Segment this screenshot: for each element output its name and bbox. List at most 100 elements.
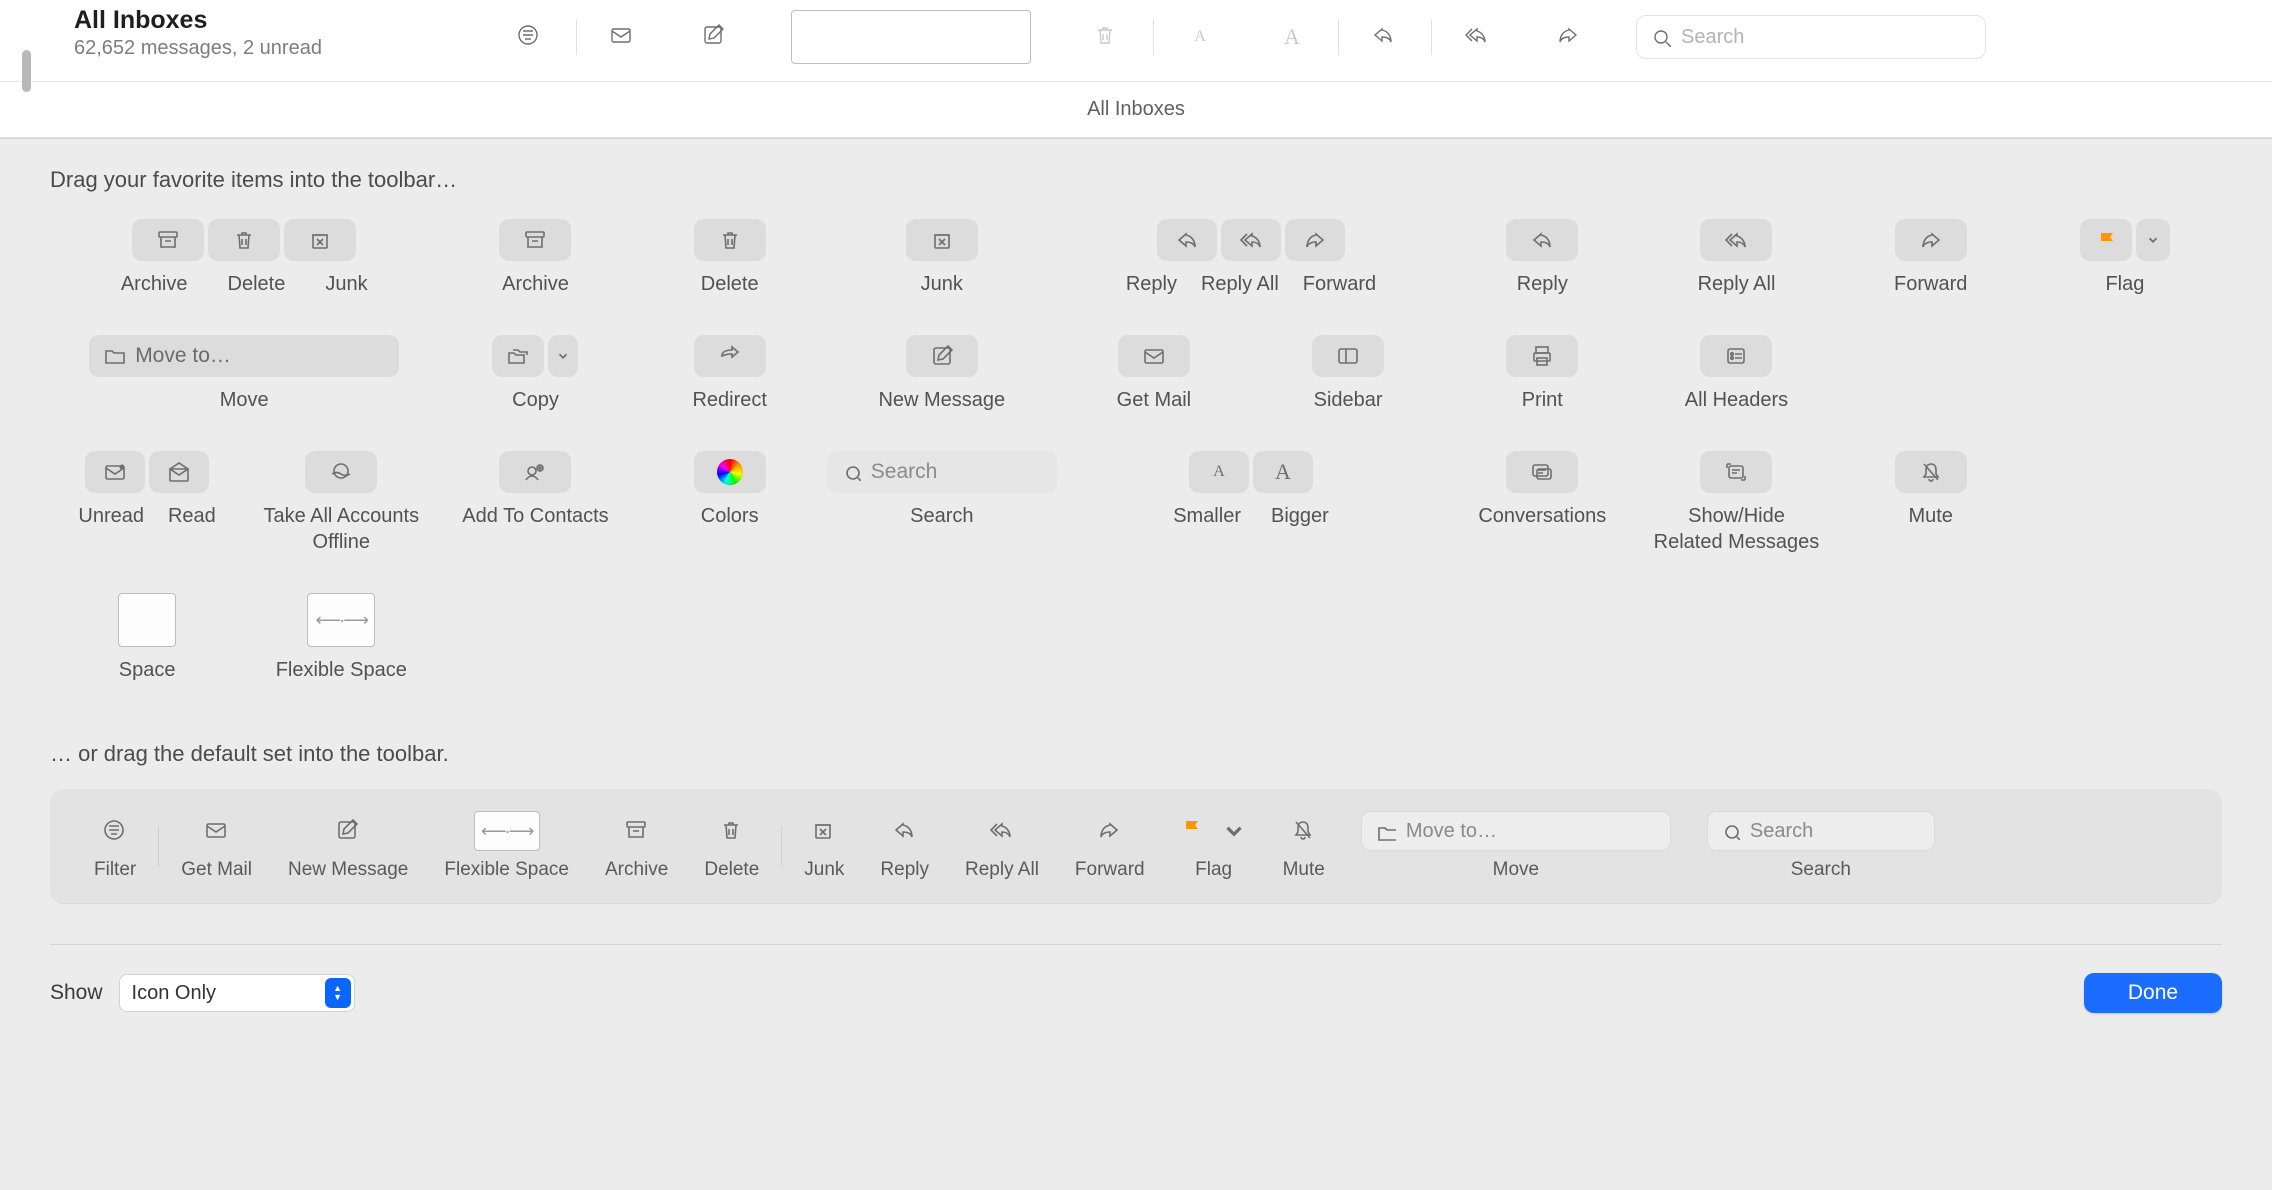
customize-toolbar-sheet: Drag your favorite items into the toolba… — [0, 138, 2272, 1190]
ds-forward[interactable]: Forward — [1057, 811, 1163, 881]
forward-button[interactable] — [1524, 14, 1616, 60]
palette-mute[interactable]: Mute — [1895, 451, 1967, 529]
compose-button[interactable] — [669, 14, 761, 60]
ds-get-mail[interactable]: Get Mail — [163, 811, 270, 881]
palette-print[interactable]: Print — [1506, 335, 1578, 413]
ds-move[interactable]: Move to… Move — [1343, 811, 1689, 881]
ds-search[interactable]: Search Search — [1689, 811, 1953, 881]
compose-icon — [930, 344, 954, 368]
print-icon — [1530, 344, 1554, 368]
palette-move[interactable]: Move to… Move — [89, 335, 399, 413]
chevron-down-icon — [1221, 818, 1247, 844]
palette-related-messages[interactable]: Show/Hide Related Messages — [1654, 451, 1820, 555]
mute-icon — [1291, 818, 1317, 844]
palette-reply-replyall-forward[interactable]: Reply Reply All Forward — [1126, 219, 1376, 297]
ds-new-message[interactable]: New Message — [270, 811, 426, 881]
reply-all-button[interactable] — [1432, 14, 1524, 60]
palette-junk[interactable]: Junk — [906, 219, 978, 297]
archive-icon — [624, 818, 650, 844]
done-button[interactable]: Done — [2084, 973, 2222, 1013]
ds-mute[interactable]: Mute — [1265, 811, 1343, 881]
forward-icon — [1303, 228, 1327, 252]
forward-icon — [1097, 818, 1123, 844]
toolbar-flexible-space[interactable] — [791, 10, 1031, 64]
default-toolbar-set[interactable]: Filter Get Mail New Message ⟵·⟶ Flexible… — [50, 789, 2222, 904]
palette-forward[interactable]: Forward — [1894, 219, 1967, 297]
palette-search[interactable]: Search Search — [827, 451, 1057, 529]
flag-icon — [1181, 818, 1207, 844]
palette-space[interactable]: Space — [118, 593, 176, 683]
palette-copy[interactable]: Copy — [492, 335, 578, 413]
ds-reply[interactable]: Reply — [862, 811, 947, 881]
archive-button[interactable] — [1061, 14, 1153, 60]
reply-icon — [892, 818, 918, 844]
palette-flag[interactable]: Flag — [2080, 219, 2170, 297]
related-icon — [1724, 460, 1748, 484]
palette-get-mail[interactable]: Get Mail — [1117, 335, 1191, 413]
reply-all-icon — [1724, 228, 1748, 252]
chevron-down-icon — [556, 349, 570, 363]
ds-delete[interactable]: Delete — [686, 811, 777, 881]
junk-icon — [308, 228, 332, 252]
flexible-space-icon: ⟵·⟶ — [474, 811, 540, 851]
archive-icon — [156, 228, 180, 252]
default-set-instruction: … or drag the default set into the toolb… — [50, 741, 2222, 767]
flexible-space-icon: ⟵·⟶ — [307, 593, 375, 647]
reply-all-icon — [1239, 228, 1263, 252]
trash-icon — [718, 228, 742, 252]
ds-reply-all[interactable]: Reply All — [947, 811, 1057, 881]
trash-icon — [232, 228, 256, 252]
space-icon — [118, 593, 176, 647]
show-mode-select[interactable]: Icon Only — [119, 974, 355, 1012]
reply-button[interactable] — [1339, 14, 1431, 60]
search-field[interactable]: Search — [1636, 15, 1986, 59]
archive-icon — [523, 228, 547, 252]
bigger-text-icon: A — [1275, 459, 1291, 485]
palette-redirect[interactable]: Redirect — [692, 335, 766, 413]
flag-icon — [2096, 230, 2116, 250]
redirect-icon — [718, 344, 742, 368]
message-list-header: All Inboxes — [0, 82, 2272, 138]
chevron-down-icon — [2146, 233, 2160, 247]
ds-flag[interactable]: Flag — [1163, 811, 1265, 881]
reply-icon — [1530, 228, 1554, 252]
get-mail-button[interactable] — [577, 14, 669, 60]
reply-icon — [1175, 228, 1199, 252]
sidebar-icon — [1336, 344, 1360, 368]
ds-flexible-space[interactable]: ⟵·⟶ Flexible Space — [426, 811, 587, 881]
filter-button[interactable] — [484, 14, 576, 60]
smaller-text-icon: A — [1213, 463, 1225, 481]
bigger-text-button[interactable]: A — [1246, 14, 1338, 60]
palette-archive-delete-junk[interactable]: Archive Delete Junk — [121, 219, 368, 297]
palette-unread-read[interactable]: Unread Read — [78, 451, 215, 529]
color-wheel-icon — [717, 459, 743, 485]
palette-archive[interactable]: Archive — [499, 219, 571, 297]
palette-sidebar[interactable]: Sidebar — [1312, 335, 1384, 413]
conversations-icon — [1530, 460, 1554, 484]
palette-flexible-space[interactable]: ⟵·⟶ Flexible Space — [276, 593, 407, 683]
select-stepper-icon — [325, 978, 351, 1008]
sidebar-scrollbar[interactable] — [0, 0, 34, 82]
junk-icon — [930, 228, 954, 252]
smaller-text-button[interactable]: A — [1154, 14, 1246, 60]
ds-archive[interactable]: Archive — [587, 811, 686, 881]
headers-icon — [1724, 344, 1748, 368]
palette-reply[interactable]: Reply — [1506, 219, 1578, 297]
palette-conversations[interactable]: Conversations — [1478, 451, 1606, 529]
palette-new-message[interactable]: New Message — [878, 335, 1005, 413]
palette-delete[interactable]: Delete — [694, 219, 766, 297]
ds-junk[interactable]: Junk — [786, 811, 862, 881]
filter-icon — [102, 818, 128, 844]
palette-all-headers[interactable]: All Headers — [1685, 335, 1788, 413]
folder-icon — [103, 344, 127, 368]
ds-filter[interactable]: Filter — [76, 811, 154, 881]
palette-colors[interactable]: Colors — [694, 451, 766, 529]
palette-add-to-contacts[interactable]: Add To Contacts — [462, 451, 608, 529]
envelope-icon — [204, 818, 230, 844]
palette-take-offline[interactable]: Take All Accounts Offline — [263, 451, 419, 555]
mail-toolbar: All Inboxes 62,652 messages, 2 unread A … — [0, 0, 2272, 82]
palette-reply-all[interactable]: Reply All — [1698, 219, 1776, 297]
trash-icon — [719, 818, 745, 844]
folders-icon — [506, 344, 530, 368]
palette-smaller-bigger[interactable]: A A Smaller Bigger — [1173, 451, 1329, 529]
